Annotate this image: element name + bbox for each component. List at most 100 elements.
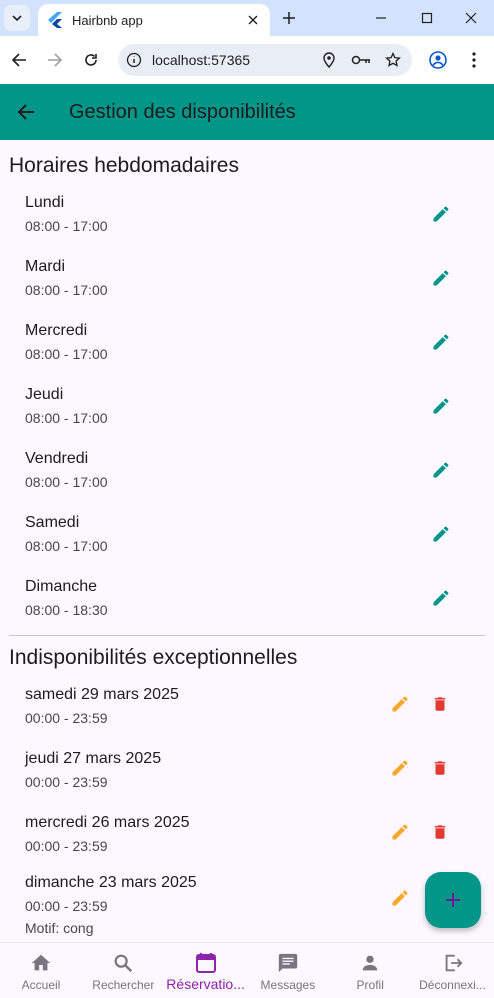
edit-day-button[interactable] (421, 578, 461, 618)
more-vert-icon (472, 52, 476, 68)
delete-icon (434, 761, 446, 775)
day-name: Lundi (25, 194, 65, 211)
edit-day-button[interactable] (421, 450, 461, 490)
edit-exception-button[interactable] (380, 878, 420, 918)
close-icon (248, 15, 258, 25)
close-icon (465, 12, 477, 24)
tab-search-button[interactable] (4, 5, 30, 31)
nav-item-calendar[interactable]: Réservatio... (165, 943, 247, 998)
edit-exception-button[interactable] (380, 812, 420, 852)
arrow-left-icon (17, 104, 34, 120)
minimize-button[interactable] (358, 0, 404, 36)
edit-exception-button[interactable] (380, 684, 420, 724)
edit-day-button[interactable] (421, 514, 461, 554)
minimize-icon (376, 17, 386, 19)
account-icon (429, 51, 447, 69)
delete-icon (434, 697, 446, 711)
exception-row: samedi 29 mars 2025 00:00 - 23:59 (0, 686, 494, 750)
exception-date: dimanche 23 mars 2025 (25, 874, 197, 891)
close-window-button[interactable] (448, 0, 494, 36)
exception-reason: Motif: cong (25, 920, 94, 936)
nav-item-person[interactable]: Profil (329, 943, 411, 998)
nav-item-logout[interactable]: Déconnexi... (412, 943, 494, 998)
weekly-day-row: Dimanche 08:00 - 18:30 (0, 578, 494, 642)
day-name: Mardi (25, 258, 66, 275)
browser-tab[interactable]: Hairbnb app (38, 4, 270, 36)
profile-button[interactable] (424, 46, 452, 74)
weekly-day-row: Mardi 08:00 - 17:00 (0, 258, 494, 322)
nav-label: Profil (356, 978, 384, 992)
nav-item-home[interactable]: Accueil (0, 943, 82, 998)
exception-hours: 00:00 - 23:59 (25, 838, 108, 854)
app-back-button[interactable] (0, 84, 52, 140)
plus-icon (446, 893, 460, 907)
edit-icon (392, 760, 408, 776)
day-name: Jeudi (25, 386, 64, 403)
delete-exception-button[interactable] (420, 812, 460, 852)
nav-label: Rechercher (92, 978, 155, 992)
weekly-section-title: Horaires hebdomadaires (9, 154, 239, 177)
bookmark-button[interactable] (380, 47, 406, 73)
exception-row: mercredi 26 mars 2025 00:00 - 23:59 (0, 814, 494, 878)
edit-exception-button[interactable] (380, 748, 420, 788)
day-hours: 08:00 - 18:30 (25, 602, 108, 618)
star-icon (385, 52, 401, 67)
edit-icon (433, 398, 449, 414)
day-hours: 08:00 - 17:00 (25, 218, 108, 234)
day-name: Mercredi (25, 322, 88, 339)
nav-item-search[interactable]: Rechercher (82, 943, 164, 998)
exception-row: dimanche 23 mars 2025 00:00 - 23:59 Motif:… (0, 874, 494, 938)
location-button[interactable] (316, 47, 342, 73)
day-hours: 08:00 - 17:00 (25, 538, 108, 554)
edit-day-button[interactable] (421, 386, 461, 426)
reload-button[interactable] (77, 46, 105, 74)
info-icon (126, 52, 142, 68)
exception-date: samedi 29 mars 2025 (25, 686, 179, 703)
edit-day-button[interactable] (421, 194, 461, 234)
weekly-day-row: Samedi 08:00 - 17:00 (0, 514, 494, 578)
forward-button[interactable] (41, 46, 69, 74)
tab-close-button[interactable] (240, 7, 266, 33)
section-divider (9, 635, 485, 636)
delete-icon (434, 825, 446, 839)
delete-exception-button[interactable] (420, 684, 460, 724)
password-button[interactable] (348, 47, 374, 73)
reload-icon (85, 54, 97, 66)
nav-label: Messages (260, 978, 316, 992)
day-name: Samedi (25, 514, 80, 531)
maximize-button[interactable] (404, 0, 450, 36)
weekly-day-row: Jeudi 08:00 - 17:00 (0, 386, 494, 450)
edit-icon (433, 462, 449, 478)
bottom-navigation: Accueil Rechercher Réservatio... Messages Pr… (0, 942, 494, 998)
weekly-day-row: Vendredi 08:00 - 17:00 (0, 450, 494, 514)
nav-item-message[interactable]: Messages (247, 943, 329, 998)
browser-menu-button[interactable] (460, 46, 488, 74)
edit-day-button[interactable] (421, 258, 461, 298)
tab-title: Hairbnb app (72, 12, 143, 28)
search-icon (111, 951, 135, 975)
app-bar: Gestion des disponibilités (0, 84, 494, 140)
page-title: Gestion des disponibilités (69, 100, 296, 123)
message-icon (276, 951, 300, 975)
chevron-down-icon (12, 15, 22, 22)
exception-row: jeudi 27 mars 2025 00:00 - 23:59 (0, 750, 494, 814)
availability-content: Horaires hebdomadaires Lundi 08:00 - 17:0… (0, 140, 494, 942)
edit-icon (392, 696, 408, 712)
back-button[interactable] (5, 46, 33, 74)
day-hours: 08:00 - 17:00 (25, 282, 108, 298)
edit-icon (433, 334, 449, 350)
day-hours: 08:00 - 17:00 (25, 410, 108, 426)
address-bar[interactable]: localhost:57365 (118, 44, 412, 76)
edit-icon (433, 590, 449, 606)
new-tab-button[interactable] (276, 5, 302, 31)
day-hours: 08:00 - 17:00 (25, 474, 108, 490)
add-unavailability-button[interactable] (425, 872, 481, 928)
exception-date: mercredi 26 mars 2025 (25, 814, 190, 831)
day-name: Dimanche (25, 578, 98, 595)
maximize-icon (421, 12, 433, 24)
day-name: Vendredi (25, 450, 89, 467)
edit-day-button[interactable] (421, 322, 461, 362)
delete-exception-button[interactable] (420, 748, 460, 788)
logout-icon (441, 951, 465, 975)
weekly-day-row: Mercredi 08:00 - 17:00 (0, 322, 494, 386)
